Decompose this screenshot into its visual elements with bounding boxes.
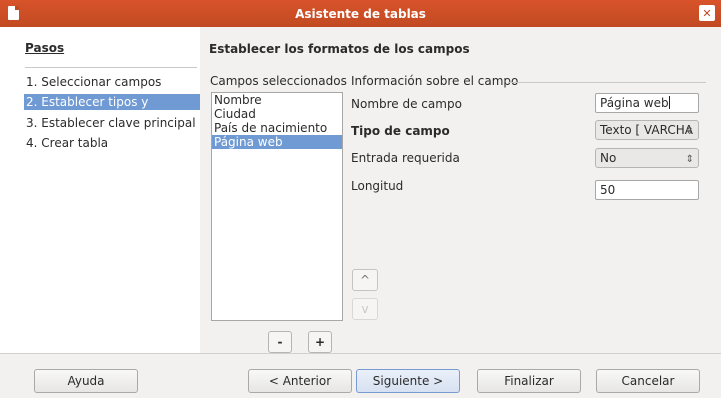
- help-button[interactable]: Ayuda: [34, 369, 138, 393]
- field-name-value: Página web: [600, 96, 669, 110]
- step-set-types-formats[interactable]: 2. Establecer tipos y formatos: [24, 94, 200, 125]
- title-bar: Asistente de tablas ✕: [0, 0, 721, 27]
- remove-field-button[interactable]: -: [268, 331, 292, 353]
- selected-fields-list[interactable]: Nombre Ciudad País de nacimiento Página …: [211, 92, 343, 321]
- page-title: Establecer los formatos de los campos: [209, 42, 470, 56]
- add-field-button[interactable]: +: [308, 331, 332, 353]
- field-type-value: Texto [ VARCHA: [600, 123, 693, 137]
- text-cursor: [668, 96, 670, 109]
- length-value: 50: [600, 183, 616, 197]
- list-item[interactable]: País de nacimiento: [212, 121, 342, 135]
- steps-title: Pasos: [25, 41, 65, 55]
- step-create-table[interactable]: 4. Crear tabla: [24, 135, 110, 151]
- field-name-label: Nombre de campo: [351, 97, 462, 111]
- footer-divider: [0, 353, 721, 354]
- list-item[interactable]: Ciudad: [212, 107, 342, 121]
- required-entry-select[interactable]: No ⇕: [595, 148, 699, 168]
- selected-fields-label: Campos seleccionados: [210, 74, 347, 88]
- length-input[interactable]: 50: [595, 180, 699, 200]
- move-down-button[interactable]: v: [352, 298, 378, 320]
- spin-arrows-icon: ⇕: [685, 154, 694, 165]
- field-type-label: Tipo de campo: [351, 124, 450, 138]
- close-button[interactable]: ✕: [699, 5, 715, 21]
- move-up-button[interactable]: ^: [352, 269, 378, 291]
- field-info-group-label: Información sobre el campo: [351, 74, 519, 88]
- chevron-up-icon: ^: [359, 273, 371, 287]
- step-select-fields[interactable]: 1. Seleccionar campos: [24, 74, 163, 90]
- group-divider: [508, 82, 706, 83]
- list-item[interactable]: Nombre: [212, 93, 342, 107]
- cancel-button[interactable]: Cancelar: [596, 369, 700, 393]
- steps-divider: [25, 67, 197, 68]
- step-set-primary-key[interactable]: 3. Establecer clave principal: [24, 115, 198, 131]
- chevron-down-icon: v: [361, 302, 369, 316]
- window-title: Asistente de tablas: [295, 6, 426, 21]
- close-icon: ✕: [702, 6, 712, 20]
- length-label: Longitud: [351, 179, 404, 193]
- required-entry-label: Entrada requerida: [351, 151, 460, 165]
- field-name-input[interactable]: Página web: [595, 93, 699, 113]
- required-entry-value: No: [600, 151, 617, 165]
- list-item-selected[interactable]: Página web: [212, 135, 342, 149]
- back-button[interactable]: < Anterior: [248, 369, 352, 393]
- field-type-select[interactable]: Texto [ VARCHA ⇕: [595, 120, 699, 140]
- next-button[interactable]: Siguiente >: [356, 369, 460, 393]
- steps-sidebar: Pasos 1. Seleccionar campos 2. Establece…: [0, 27, 200, 353]
- document-icon: [8, 6, 19, 20]
- spin-arrows-icon: ⇕: [685, 126, 694, 137]
- finish-button[interactable]: Finalizar: [477, 369, 581, 393]
